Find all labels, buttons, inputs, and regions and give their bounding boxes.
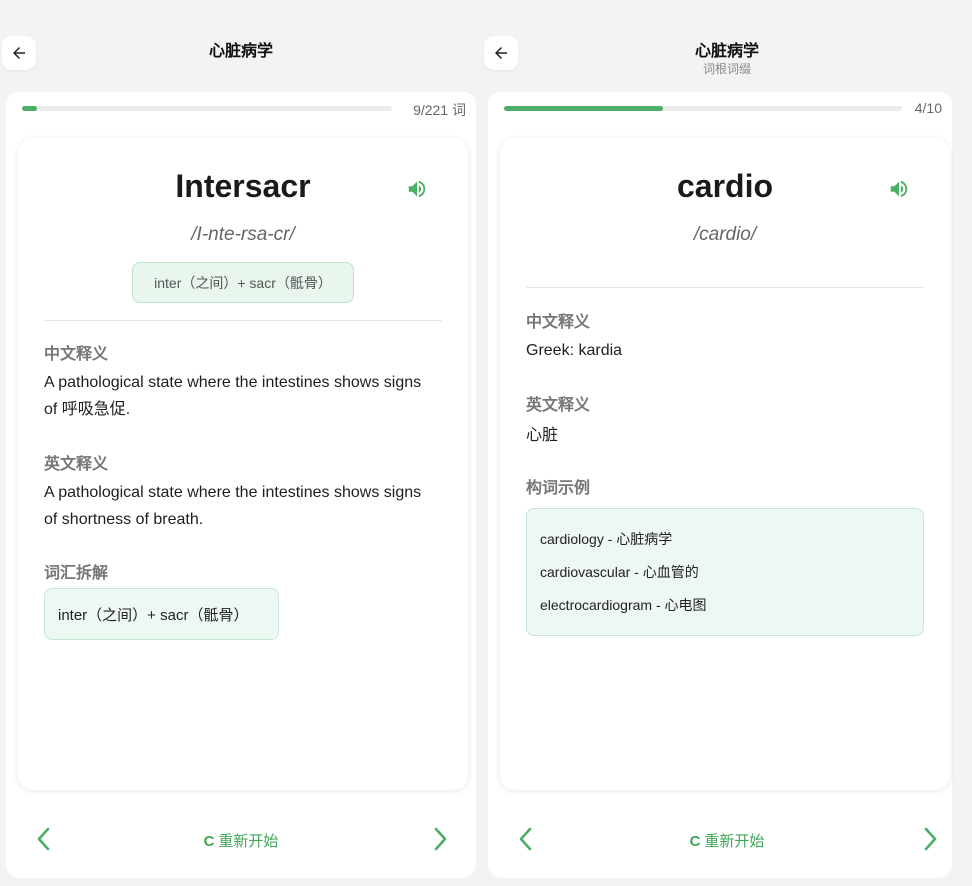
- example-item: cardiovascular - 心血管的: [540, 564, 699, 580]
- divider: [526, 287, 924, 288]
- restart-label: 重新开始: [218, 833, 279, 850]
- breakdown-chip: inter（之间）+ sacr（骶骨）: [132, 262, 354, 303]
- page-subtitle: 词根词缀: [702, 62, 751, 76]
- term-word: Intersacr: [175, 168, 311, 204]
- progress-fill: [504, 106, 664, 111]
- flashcard: Intersacr /I-nte-rsa-cr/ inter（之间）+ sacr…: [18, 138, 468, 790]
- divider: [44, 320, 442, 321]
- example-item: electrocardiogram - 心电图: [540, 597, 707, 613]
- bottom-nav: C 重新开始: [482, 820, 972, 860]
- english-definition-label: 英文释义: [526, 397, 591, 414]
- chevron-right-icon[interactable]: [918, 824, 942, 854]
- refresh-icon: C: [689, 833, 701, 850]
- header: 心脏病学 词根词缀: [482, 0, 972, 92]
- english-definition-label: 英文释义: [44, 456, 109, 473]
- right-screen: 心脏病学 词根词缀 4/10 cardio /cardio/ 中文释义 Gree…: [482, 0, 972, 886]
- progress-fill: [22, 106, 38, 111]
- bottom-nav: C 重新开始: [0, 820, 482, 860]
- term-word: cardio: [676, 168, 774, 204]
- left-screen: 心脏病学 9/221 词 Intersacr /I-nte-rsa-cr/ in…: [0, 0, 482, 886]
- english-definition-text: A pathological state where the intestine…: [44, 484, 422, 528]
- restart-label: 重新开始: [704, 833, 765, 850]
- header: 心脏病学: [0, 0, 482, 92]
- speaker-icon[interactable]: [406, 178, 428, 200]
- chinese-definition-label: 中文释义: [44, 346, 109, 363]
- restart-button[interactable]: C 重新开始: [482, 830, 972, 851]
- phonetic: /I-nte-rsa-cr/: [191, 224, 295, 245]
- progress-bar: [504, 106, 902, 111]
- examples-box: cardiology - 心脏病学 cardiovascular - 心血管的 …: [526, 508, 924, 636]
- flashcard: cardio /cardio/ 中文释义 Greek: kardia 英文释义 …: [500, 138, 950, 790]
- progress-section: 4/10: [488, 92, 952, 126]
- english-definition-text: 心脏: [526, 427, 559, 444]
- chinese-definition-text: A pathological state where the intestine…: [44, 374, 422, 418]
- progress-bar: [22, 106, 392, 111]
- page-title: 心脏病学: [694, 43, 759, 60]
- progress-section: 9/221 词: [6, 92, 476, 126]
- example-item: cardiology - 心脏病学: [540, 531, 673, 547]
- restart-button[interactable]: C 重新开始: [0, 830, 482, 851]
- progress-count: 4/10: [914, 100, 942, 116]
- examples-label: 构词示例: [526, 480, 591, 497]
- speaker-icon[interactable]: [888, 178, 910, 200]
- decomposition-label: 词汇拆解: [44, 565, 109, 582]
- page-title: 心脏病学: [208, 43, 273, 60]
- refresh-icon: C: [203, 833, 215, 850]
- chevron-right-icon[interactable]: [428, 824, 452, 854]
- decomposition-box: inter（之间）+ sacr（骶骨）: [44, 588, 279, 640]
- chinese-definition-text: Greek: kardia: [526, 342, 623, 359]
- chinese-definition-label: 中文释义: [526, 314, 591, 331]
- phonetic: /cardio/: [693, 224, 757, 245]
- progress-count: 9/221 词: [413, 102, 466, 118]
